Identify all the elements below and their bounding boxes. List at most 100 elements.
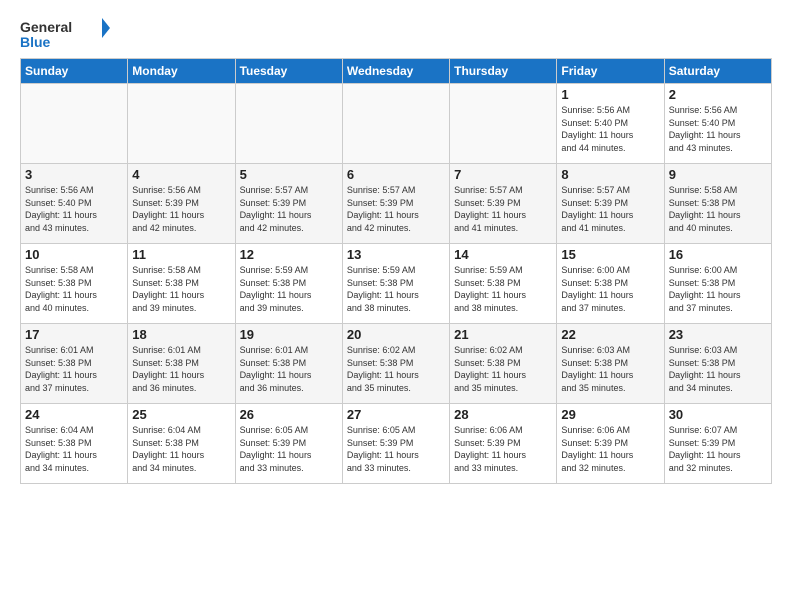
day-cell: 8 Sunrise: 5:57 AM Sunset: 5:39 PM Daylig… <box>557 164 664 244</box>
day-number: 10 <box>25 247 123 262</box>
logo-svg: General Blue <box>20 16 110 52</box>
day-info: Sunrise: 5:59 AM Sunset: 5:38 PM Dayligh… <box>240 264 338 314</box>
day-info: Sunrise: 6:00 AM Sunset: 5:38 PM Dayligh… <box>561 264 659 314</box>
day-info: Sunrise: 6:06 AM Sunset: 5:39 PM Dayligh… <box>561 424 659 474</box>
day-cell: 30 Sunrise: 6:07 AM Sunset: 5:39 PM Dayli… <box>664 404 771 484</box>
day-cell: 26 Sunrise: 6:05 AM Sunset: 5:39 PM Dayli… <box>235 404 342 484</box>
col-header-wednesday: Wednesday <box>342 59 449 84</box>
day-number: 22 <box>561 327 659 342</box>
day-info: Sunrise: 6:03 AM Sunset: 5:38 PM Dayligh… <box>561 344 659 394</box>
day-number: 23 <box>669 327 767 342</box>
day-number: 5 <box>240 167 338 182</box>
day-info: Sunrise: 5:56 AM Sunset: 5:40 PM Dayligh… <box>561 104 659 154</box>
day-info: Sunrise: 5:56 AM Sunset: 5:39 PM Dayligh… <box>132 184 230 234</box>
day-number: 26 <box>240 407 338 422</box>
day-cell: 17Sunrise: 6:01 AM Sunset: 5:38 PM Dayli… <box>21 324 128 404</box>
day-cell: 2 Sunrise: 5:56 AM Sunset: 5:40 PM Daylig… <box>664 84 771 164</box>
day-info: Sunrise: 6:01 AM Sunset: 5:38 PM Dayligh… <box>240 344 338 394</box>
day-cell: 10 Sunrise: 5:58 AM Sunset: 5:38 PM Dayli… <box>21 244 128 324</box>
day-cell: 14 Sunrise: 5:59 AM Sunset: 5:38 PM Dayli… <box>450 244 557 324</box>
day-info: Sunrise: 6:01 AM Sunset: 5:38 PM Dayligh… <box>25 344 123 394</box>
day-info: Sunrise: 6:03 AM Sunset: 5:38 PM Dayligh… <box>669 344 767 394</box>
day-cell: 20Sunrise: 6:02 AM Sunset: 5:38 PM Dayli… <box>342 324 449 404</box>
week-row-1: 3 Sunrise: 5:56 AM Sunset: 5:40 PM Daylig… <box>21 164 772 244</box>
calendar-table: SundayMondayTuesdayWednesdayThursdayFrid… <box>20 58 772 484</box>
day-number: 29 <box>561 407 659 422</box>
logo: General Blue <box>20 16 110 52</box>
day-number: 11 <box>132 247 230 262</box>
day-cell: 23 Sunrise: 6:03 AM Sunset: 5:38 PM Dayli… <box>664 324 771 404</box>
day-info: Sunrise: 6:04 AM Sunset: 5:38 PM Dayligh… <box>25 424 123 474</box>
day-number: 4 <box>132 167 230 182</box>
day-number: 7 <box>454 167 552 182</box>
day-cell: 22 Sunrise: 6:03 AM Sunset: 5:38 PM Dayli… <box>557 324 664 404</box>
col-header-sunday: Sunday <box>21 59 128 84</box>
day-cell: 11Sunrise: 5:58 AM Sunset: 5:38 PM Dayli… <box>128 244 235 324</box>
day-info: Sunrise: 5:57 AM Sunset: 5:39 PM Dayligh… <box>561 184 659 234</box>
day-info: Sunrise: 5:57 AM Sunset: 5:39 PM Dayligh… <box>347 184 445 234</box>
day-number: 24 <box>25 407 123 422</box>
col-header-thursday: Thursday <box>450 59 557 84</box>
svg-text:Blue: Blue <box>20 34 51 50</box>
day-cell <box>235 84 342 164</box>
day-number: 12 <box>240 247 338 262</box>
day-info: Sunrise: 6:01 AM Sunset: 5:38 PM Dayligh… <box>132 344 230 394</box>
day-cell: 19 Sunrise: 6:01 AM Sunset: 5:38 PM Dayli… <box>235 324 342 404</box>
day-cell: 7Sunrise: 5:57 AM Sunset: 5:39 PM Daylig… <box>450 164 557 244</box>
page: General Blue SundayMondayTuesdayWednesda… <box>0 0 792 494</box>
day-info: Sunrise: 6:05 AM Sunset: 5:39 PM Dayligh… <box>240 424 338 474</box>
day-cell <box>21 84 128 164</box>
day-number: 2 <box>669 87 767 102</box>
day-number: 9 <box>669 167 767 182</box>
day-cell: 21 Sunrise: 6:02 AM Sunset: 5:38 PM Dayli… <box>450 324 557 404</box>
header: General Blue <box>20 16 772 52</box>
day-cell: 25Sunrise: 6:04 AM Sunset: 5:38 PM Dayli… <box>128 404 235 484</box>
day-info: Sunrise: 5:59 AM Sunset: 5:38 PM Dayligh… <box>347 264 445 314</box>
day-cell: 6Sunrise: 5:57 AM Sunset: 5:39 PM Daylig… <box>342 164 449 244</box>
day-cell: 29 Sunrise: 6:06 AM Sunset: 5:39 PM Dayli… <box>557 404 664 484</box>
day-cell: 3 Sunrise: 5:56 AM Sunset: 5:40 PM Daylig… <box>21 164 128 244</box>
day-info: Sunrise: 5:58 AM Sunset: 5:38 PM Dayligh… <box>25 264 123 314</box>
day-number: 27 <box>347 407 445 422</box>
day-number: 14 <box>454 247 552 262</box>
day-info: Sunrise: 6:05 AM Sunset: 5:39 PM Dayligh… <box>347 424 445 474</box>
day-info: Sunrise: 5:58 AM Sunset: 5:38 PM Dayligh… <box>669 184 767 234</box>
week-row-2: 10 Sunrise: 5:58 AM Sunset: 5:38 PM Dayli… <box>21 244 772 324</box>
day-cell: 28 Sunrise: 6:06 AM Sunset: 5:39 PM Dayli… <box>450 404 557 484</box>
day-info: Sunrise: 6:02 AM Sunset: 5:38 PM Dayligh… <box>454 344 552 394</box>
day-number: 21 <box>454 327 552 342</box>
day-number: 20 <box>347 327 445 342</box>
day-number: 3 <box>25 167 123 182</box>
day-cell: 16 Sunrise: 6:00 AM Sunset: 5:38 PM Dayli… <box>664 244 771 324</box>
day-info: Sunrise: 5:56 AM Sunset: 5:40 PM Dayligh… <box>669 104 767 154</box>
day-info: Sunrise: 6:00 AM Sunset: 5:38 PM Dayligh… <box>669 264 767 314</box>
day-cell <box>342 84 449 164</box>
day-number: 18 <box>132 327 230 342</box>
day-cell: 15Sunrise: 6:00 AM Sunset: 5:38 PM Dayli… <box>557 244 664 324</box>
col-header-monday: Monday <box>128 59 235 84</box>
day-number: 25 <box>132 407 230 422</box>
day-info: Sunrise: 5:56 AM Sunset: 5:40 PM Dayligh… <box>25 184 123 234</box>
day-number: 16 <box>669 247 767 262</box>
day-number: 1 <box>561 87 659 102</box>
day-cell <box>450 84 557 164</box>
header-row: SundayMondayTuesdayWednesdayThursdayFrid… <box>21 59 772 84</box>
day-info: Sunrise: 6:07 AM Sunset: 5:39 PM Dayligh… <box>669 424 767 474</box>
day-number: 28 <box>454 407 552 422</box>
day-cell: 9 Sunrise: 5:58 AM Sunset: 5:38 PM Daylig… <box>664 164 771 244</box>
day-cell: 24 Sunrise: 6:04 AM Sunset: 5:38 PM Dayli… <box>21 404 128 484</box>
day-info: Sunrise: 6:06 AM Sunset: 5:39 PM Dayligh… <box>454 424 552 474</box>
day-number: 8 <box>561 167 659 182</box>
day-number: 19 <box>240 327 338 342</box>
day-number: 30 <box>669 407 767 422</box>
week-row-3: 17Sunrise: 6:01 AM Sunset: 5:38 PM Dayli… <box>21 324 772 404</box>
day-cell: 1 Sunrise: 5:56 AM Sunset: 5:40 PM Daylig… <box>557 84 664 164</box>
day-cell: 13 Sunrise: 5:59 AM Sunset: 5:38 PM Dayli… <box>342 244 449 324</box>
week-row-0: 1 Sunrise: 5:56 AM Sunset: 5:40 PM Daylig… <box>21 84 772 164</box>
day-cell: 5Sunrise: 5:57 AM Sunset: 5:39 PM Daylig… <box>235 164 342 244</box>
day-cell: 18 Sunrise: 6:01 AM Sunset: 5:38 PM Dayli… <box>128 324 235 404</box>
day-cell: 4 Sunrise: 5:56 AM Sunset: 5:39 PM Daylig… <box>128 164 235 244</box>
day-cell <box>128 84 235 164</box>
day-number: 13 <box>347 247 445 262</box>
day-info: Sunrise: 5:59 AM Sunset: 5:38 PM Dayligh… <box>454 264 552 314</box>
